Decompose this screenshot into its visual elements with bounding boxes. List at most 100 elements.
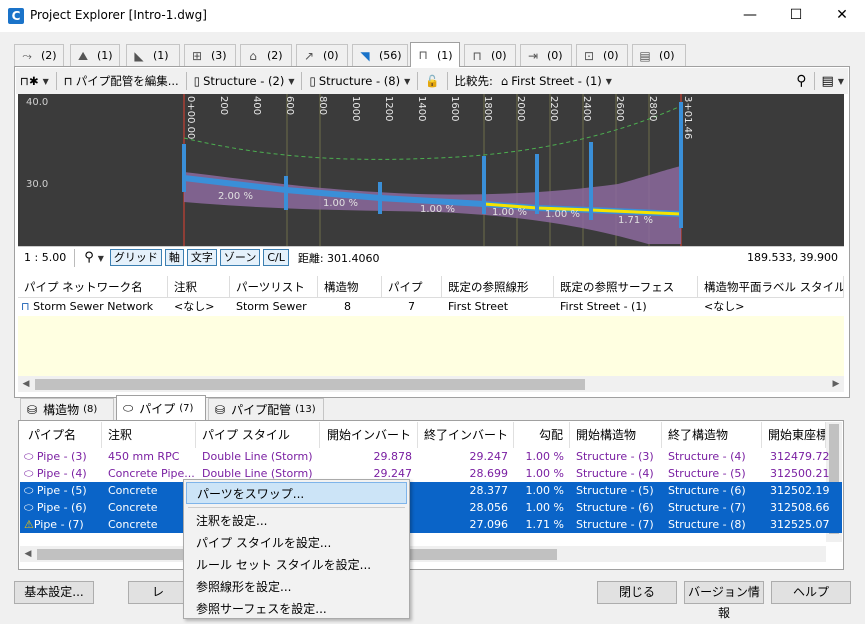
distance-readout: 距離: 301.4060 (297, 251, 380, 265)
menu-item-set-annotation[interactable]: 注釈を設定... (186, 510, 407, 532)
profile-view[interactable]: 40.0 30.0 0+00.00 200 400 600 800 1000 1… (18, 94, 844, 246)
station-label: 600 (284, 96, 295, 116)
menu-item-set-rule-set-style[interactable]: ルール セット スタイルを設定... (186, 554, 407, 576)
new-button[interactable]: ⊓✱ ▼ (16, 70, 53, 92)
scroll-left-icon[interactable]: ◀ (18, 376, 34, 392)
column-header[interactable]: 既定の参照サーフェス (554, 276, 698, 298)
tab-profile-views[interactable]: ◣ (1) (126, 44, 180, 66)
column-header[interactable]: 構造物平面ラベル スタイル (698, 276, 844, 298)
maximize-button[interactable]: ☐ (773, 0, 819, 32)
tab-feature-lines[interactable]: ⇥ (0) (520, 44, 572, 66)
column-header[interactable]: パーツリスト (230, 276, 318, 298)
end-structure-dropdown[interactable]: ▯ Structure - (8) ▼ (305, 70, 414, 92)
pipe-icon: ⬭ (24, 467, 37, 480)
view-options-button[interactable]: ▤ ▼ (818, 70, 848, 92)
axis-toggle[interactable]: 軸 (164, 249, 184, 266)
column-header[interactable]: パイプ ネットワーク名 (18, 276, 168, 298)
column-header[interactable]: 開始構造物 (570, 422, 662, 448)
separator (55, 72, 57, 90)
version-button[interactable]: バージョン情報 (684, 581, 764, 620)
column-header[interactable]: 既定の参照線形 (442, 276, 554, 298)
minimize-button[interactable]: — (727, 0, 773, 32)
close-button[interactable]: 閉じる (597, 581, 677, 604)
tab-alignments[interactable]: ⤳ (2) (14, 44, 64, 66)
tab-point-groups[interactable]: ▤ (0) (632, 44, 686, 66)
help-button[interactable]: ヘルプ (771, 581, 851, 604)
column-header[interactable]: パイプ名 (22, 422, 102, 448)
column-header[interactable]: 勾配 (514, 422, 570, 448)
window-title: Project Explorer [Intro-1.dwg] (30, 8, 207, 22)
grid-toggle[interactable]: グリッド (109, 249, 162, 266)
close-window-button[interactable]: ✕ (819, 0, 865, 32)
coordinate-readout: 189.533, 39.900 (747, 251, 838, 264)
feature-line-icon: ⇥ (527, 48, 539, 63)
pressure-network-icon: ⊓ (472, 48, 482, 63)
table-row[interactable]: ⚠Pipe - (7) Concrete 27.096 1.71 % Struc… (20, 516, 842, 533)
chevron-down-icon: ▼ (605, 76, 612, 86)
text-toggle[interactable]: 文字 (186, 249, 217, 266)
tab-pipe-networks[interactable]: ⊓ (1) (410, 42, 460, 67)
compare-target-dropdown[interactable]: ⌂ First Street - (1) ▼ (497, 70, 616, 92)
tab-sections[interactable]: ⊞ (3) (184, 44, 236, 66)
pipe-icon: ⬭ (24, 501, 37, 514)
tab-parcels[interactable]: ⊡ (0) (576, 44, 628, 66)
column-header[interactable]: 開始インバート (320, 422, 418, 448)
station-label: 2000 (515, 96, 526, 122)
tab-corridors[interactable]: ↗ (0) (296, 44, 348, 66)
pipe-network-icon: ⊓ (21, 300, 34, 313)
zone-toggle[interactable]: ゾーン (219, 249, 261, 266)
tab-structures[interactable]: ⛁ 構造物 (8) (20, 398, 114, 420)
menu-item-set-reference-surface[interactable]: 参照サーフェスを設定... (186, 598, 407, 620)
station-label: 200 (218, 96, 229, 116)
station-label: 1200 (383, 96, 394, 122)
column-header[interactable]: 注釈 (102, 422, 196, 448)
zoom-button[interactable]: ⚲ (792, 70, 810, 92)
tab-pipe-runs[interactable]: ⛁ パイプ配管 (13) (208, 398, 324, 420)
column-header[interactable]: パイプ スタイル (196, 422, 320, 448)
chevron-down-icon: ▼ (42, 76, 49, 86)
scale-readout: 1 : 5.00 (24, 251, 67, 264)
column-header[interactable]: 注釈 (168, 276, 230, 298)
pipe-icon: ⬭ (24, 450, 37, 463)
profile-icon: ⛰ (77, 48, 89, 63)
tab-assemblies[interactable]: ◥ (56) (352, 44, 408, 66)
centerline-toggle[interactable]: C/L (263, 249, 289, 266)
table-row[interactable]: ⊓ Storm Sewer Network <なし> Storm Sewer 8… (18, 298, 844, 316)
structure-icon: ▯ (193, 74, 201, 88)
zoom-menu-button[interactable]: ⚲ ▼ (84, 250, 104, 265)
corridor-icon: ↗ (303, 48, 315, 63)
table-row[interactable]: ⬭ Pipe - (3) 450 mm RPC Double Line (Sto… (20, 448, 842, 465)
tab-profiles[interactable]: ⛰ (1) (70, 44, 120, 66)
edit-pipe-layout-button[interactable]: ⊓ パイプ配管を編集... (60, 70, 183, 92)
tab-pressure-networks[interactable]: ⊓ (0) (464, 44, 516, 66)
start-structure-dropdown[interactable]: ▯ Structure - (2) ▼ (190, 70, 299, 92)
pipes-hscrollbar[interactable]: ◀ (20, 546, 826, 562)
menu-item-set-pipe-style[interactable]: パイプ スタイルを設定... (186, 532, 407, 554)
surface-icon: ⌂ (249, 48, 257, 63)
column-header[interactable]: 終了インバート (418, 422, 514, 448)
column-header[interactable]: 構造物 (318, 276, 382, 298)
column-header[interactable]: 開始東座標 (762, 422, 826, 448)
table-row[interactable]: ⬭ Pipe - (6) Concrete 28.056 1.00 % Stru… (20, 499, 842, 516)
partial-button[interactable]: レ (128, 581, 188, 604)
separator (446, 72, 448, 90)
tab-pipes[interactable]: ⬭ パイプ (7) (116, 395, 206, 420)
column-header[interactable]: パイプ (382, 276, 442, 298)
menu-item-set-reference-alignment[interactable]: 参照線形を設定... (186, 576, 407, 598)
scroll-right-icon[interactable]: ▶ (828, 376, 844, 392)
settings-button[interactable]: 基本設定... (14, 581, 94, 604)
lock-button[interactable]: 🔓 (421, 70, 443, 92)
tab-surfaces[interactable]: ⌂ (2) (240, 44, 292, 66)
list-view-icon: ▤ (821, 73, 834, 89)
table-row[interactable]: ⬭ Pipe - (5) Concrete 28.377 1.00 % Stru… (20, 482, 842, 499)
menu-item-swap-part[interactable]: パーツをスワップ... (186, 482, 407, 504)
table-row[interactable]: ⬭ Pipe - (4) Concrete Pipe... Double Lin… (20, 465, 842, 482)
elevation-label: 40.0 (26, 97, 49, 108)
scroll-left-icon[interactable]: ◀ (20, 546, 36, 562)
station-label: 2200 (548, 96, 559, 122)
column-header[interactable]: 終了構造物 (662, 422, 762, 448)
scroll-thumb[interactable] (35, 379, 585, 390)
profile-status-bar: 1 : 5.00 ⚲ ▼ グリッド 軸 文字 ゾーン C/L 距離: 301.40… (18, 246, 844, 268)
new-part-icon: ⊓✱ (20, 74, 39, 88)
network-hscrollbar[interactable]: ◀ ▶ (18, 376, 844, 392)
